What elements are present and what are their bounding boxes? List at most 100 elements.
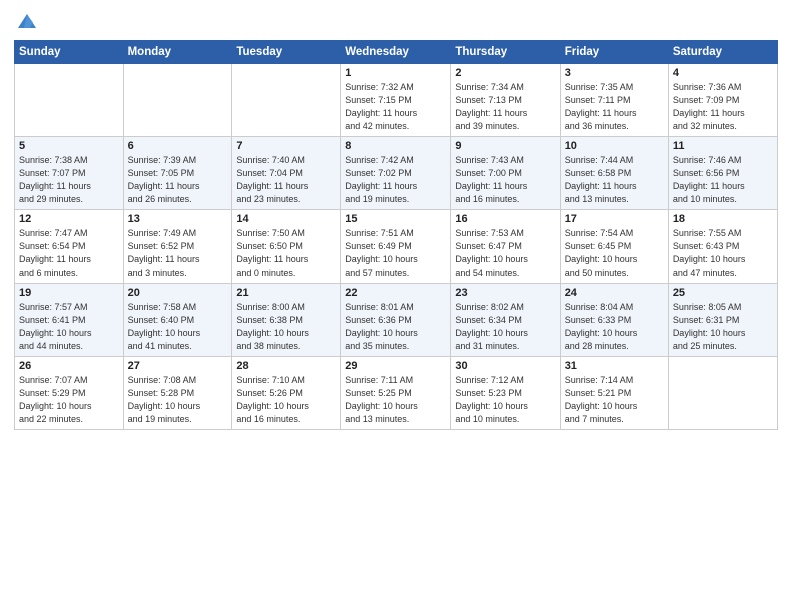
- day-info: Sunrise: 7:12 AMSunset: 5:23 PMDaylight:…: [455, 375, 528, 424]
- day-cell: 11Sunrise: 7:46 AMSunset: 6:56 PMDayligh…: [668, 137, 777, 210]
- day-cell: 10Sunrise: 7:44 AMSunset: 6:58 PMDayligh…: [560, 137, 668, 210]
- day-cell: 30 Sunrise: 7:12 AMSunset: 5:23 PMDayligh…: [451, 356, 560, 429]
- day-cell: 24 Sunrise: 8:04 AMSunset: 6:33 PMDayligh…: [560, 283, 668, 356]
- day-info: Sunrise: 7:53 AMSunset: 6:47 PMDaylight:…: [455, 228, 528, 277]
- day-info: Sunrise: 7:54 AMSunset: 6:45 PMDaylight:…: [565, 228, 638, 277]
- day-info: Sunrise: 7:35 AMSunset: 7:11 PMDaylight:…: [565, 82, 637, 131]
- week-row-2: 5 Sunrise: 7:38 AMSunset: 7:07 PMDaylight…: [15, 137, 778, 210]
- day-info: Sunrise: 7:49 AMSunset: 6:52 PMDaylight:…: [128, 228, 200, 277]
- day-cell: 18 Sunrise: 7:55 AMSunset: 6:43 PMDayligh…: [668, 210, 777, 283]
- day-number: 9: [455, 140, 555, 152]
- day-cell: 3Sunrise: 7:35 AMSunset: 7:11 PMDaylight…: [560, 64, 668, 137]
- day-number: 22: [345, 287, 446, 299]
- col-header-sunday: Sunday: [15, 41, 124, 64]
- day-info: Sunrise: 8:02 AMSunset: 6:34 PMDaylight:…: [455, 302, 528, 351]
- day-cell: 19 Sunrise: 7:57 AMSunset: 6:41 PMDayligh…: [15, 283, 124, 356]
- day-cell: [15, 64, 124, 137]
- day-cell: [232, 64, 341, 137]
- day-info: Sunrise: 7:40 AMSunset: 7:04 PMDaylight:…: [236, 155, 308, 204]
- day-cell: 20 Sunrise: 7:58 AMSunset: 6:40 PMDayligh…: [123, 283, 232, 356]
- day-info: Sunrise: 7:07 AMSunset: 5:29 PMDaylight:…: [19, 375, 92, 424]
- day-number: 25: [673, 287, 773, 299]
- day-number: 28: [236, 360, 336, 372]
- day-number: 29: [345, 360, 446, 372]
- col-header-monday: Monday: [123, 41, 232, 64]
- day-number: 5: [19, 140, 119, 152]
- day-number: 6: [128, 140, 228, 152]
- day-info: Sunrise: 7:39 AMSunset: 7:05 PMDaylight:…: [128, 155, 200, 204]
- day-info: Sunrise: 8:04 AMSunset: 6:33 PMDaylight:…: [565, 302, 638, 351]
- day-info: Sunrise: 7:08 AMSunset: 5:28 PMDaylight:…: [128, 375, 201, 424]
- col-header-friday: Friday: [560, 41, 668, 64]
- day-cell: 23 Sunrise: 8:02 AMSunset: 6:34 PMDayligh…: [451, 283, 560, 356]
- day-number: 17: [565, 213, 664, 225]
- day-info: Sunrise: 7:14 AMSunset: 5:21 PMDaylight:…: [565, 375, 638, 424]
- day-cell: 13 Sunrise: 7:49 AMSunset: 6:52 PMDayligh…: [123, 210, 232, 283]
- day-info: Sunrise: 7:43 AMSunset: 7:00 PMDaylight:…: [455, 155, 527, 204]
- day-number: 24: [565, 287, 664, 299]
- day-info: Sunrise: 8:05 AMSunset: 6:31 PMDaylight:…: [673, 302, 746, 351]
- day-number: 19: [19, 287, 119, 299]
- day-info: Sunrise: 7:42 AMSunset: 7:02 PMDaylight:…: [345, 155, 417, 204]
- day-number: 27: [128, 360, 228, 372]
- day-number: 12: [19, 213, 119, 225]
- day-number: 26: [19, 360, 119, 372]
- calendar-table: SundayMondayTuesdayWednesdayThursdayFrid…: [14, 40, 778, 430]
- day-number: 21: [236, 287, 336, 299]
- day-cell: 1 Sunrise: 7:32 AMSunset: 7:15 PMDaylight…: [341, 64, 451, 137]
- day-cell: 9 Sunrise: 7:43 AMSunset: 7:00 PMDaylight…: [451, 137, 560, 210]
- day-cell: 12 Sunrise: 7:47 AMSunset: 6:54 PMDayligh…: [15, 210, 124, 283]
- day-cell: 29Sunrise: 7:11 AMSunset: 5:25 PMDayligh…: [341, 356, 451, 429]
- day-number: 23: [455, 287, 555, 299]
- day-info: Sunrise: 7:50 AMSunset: 6:50 PMDaylight:…: [236, 228, 308, 277]
- week-row-4: 19 Sunrise: 7:57 AMSunset: 6:41 PMDayligh…: [15, 283, 778, 356]
- day-info: Sunrise: 8:00 AMSunset: 6:38 PMDaylight:…: [236, 302, 309, 351]
- col-header-tuesday: Tuesday: [232, 41, 341, 64]
- day-number: 15: [345, 213, 446, 225]
- day-info: Sunrise: 7:58 AMSunset: 6:40 PMDaylight:…: [128, 302, 201, 351]
- week-row-5: 26 Sunrise: 7:07 AMSunset: 5:29 PMDayligh…: [15, 356, 778, 429]
- day-number: 7: [236, 140, 336, 152]
- day-info: Sunrise: 7:10 AMSunset: 5:26 PMDaylight:…: [236, 375, 309, 424]
- day-cell: 25 Sunrise: 8:05 AMSunset: 6:31 PMDayligh…: [668, 283, 777, 356]
- day-number: 20: [128, 287, 228, 299]
- day-number: 14: [236, 213, 336, 225]
- day-number: 8: [345, 140, 446, 152]
- day-info: Sunrise: 7:57 AMSunset: 6:41 PMDaylight:…: [19, 302, 92, 351]
- col-header-thursday: Thursday: [451, 41, 560, 64]
- day-number: 10: [565, 140, 664, 152]
- week-row-1: 1 Sunrise: 7:32 AMSunset: 7:15 PMDaylight…: [15, 64, 778, 137]
- day-number: 30: [455, 360, 555, 372]
- day-cell: 8 Sunrise: 7:42 AMSunset: 7:02 PMDaylight…: [341, 137, 451, 210]
- col-header-wednesday: Wednesday: [341, 41, 451, 64]
- day-cell: 22Sunrise: 8:01 AMSunset: 6:36 PMDayligh…: [341, 283, 451, 356]
- calendar-header-row: SundayMondayTuesdayWednesdayThursdayFrid…: [15, 41, 778, 64]
- day-number: 11: [673, 140, 773, 152]
- day-info: Sunrise: 7:47 AMSunset: 6:54 PMDaylight:…: [19, 228, 91, 277]
- day-cell: 26 Sunrise: 7:07 AMSunset: 5:29 PMDayligh…: [15, 356, 124, 429]
- day-info: Sunrise: 7:55 AMSunset: 6:43 PMDaylight:…: [673, 228, 746, 277]
- day-cell: 27 Sunrise: 7:08 AMSunset: 5:28 PMDayligh…: [123, 356, 232, 429]
- day-info: Sunrise: 7:36 AMSunset: 7:09 PMDaylight:…: [673, 82, 745, 131]
- day-number: 16: [455, 213, 555, 225]
- day-info: Sunrise: 7:38 AMSunset: 7:07 PMDaylight:…: [19, 155, 91, 204]
- day-info: Sunrise: 7:51 AMSunset: 6:49 PMDaylight:…: [345, 228, 418, 277]
- day-cell: [123, 64, 232, 137]
- day-number: 2: [455, 67, 555, 79]
- day-number: 18: [673, 213, 773, 225]
- day-number: 4: [673, 67, 773, 79]
- col-header-saturday: Saturday: [668, 41, 777, 64]
- day-cell: 4 Sunrise: 7:36 AMSunset: 7:09 PMDaylight…: [668, 64, 777, 137]
- header: [14, 10, 778, 32]
- day-cell: 6 Sunrise: 7:39 AMSunset: 7:05 PMDaylight…: [123, 137, 232, 210]
- logo: [14, 10, 38, 32]
- day-cell: 31Sunrise: 7:14 AMSunset: 5:21 PMDayligh…: [560, 356, 668, 429]
- page: SundayMondayTuesdayWednesdayThursdayFrid…: [0, 0, 792, 612]
- day-cell: 2Sunrise: 7:34 AMSunset: 7:13 PMDaylight…: [451, 64, 560, 137]
- day-number: 1: [345, 67, 446, 79]
- day-cell: 15 Sunrise: 7:51 AMSunset: 6:49 PMDayligh…: [341, 210, 451, 283]
- logo-icon: [16, 10, 38, 32]
- day-info: Sunrise: 7:32 AMSunset: 7:15 PMDaylight:…: [345, 82, 417, 131]
- day-cell: [668, 356, 777, 429]
- day-number: 13: [128, 213, 228, 225]
